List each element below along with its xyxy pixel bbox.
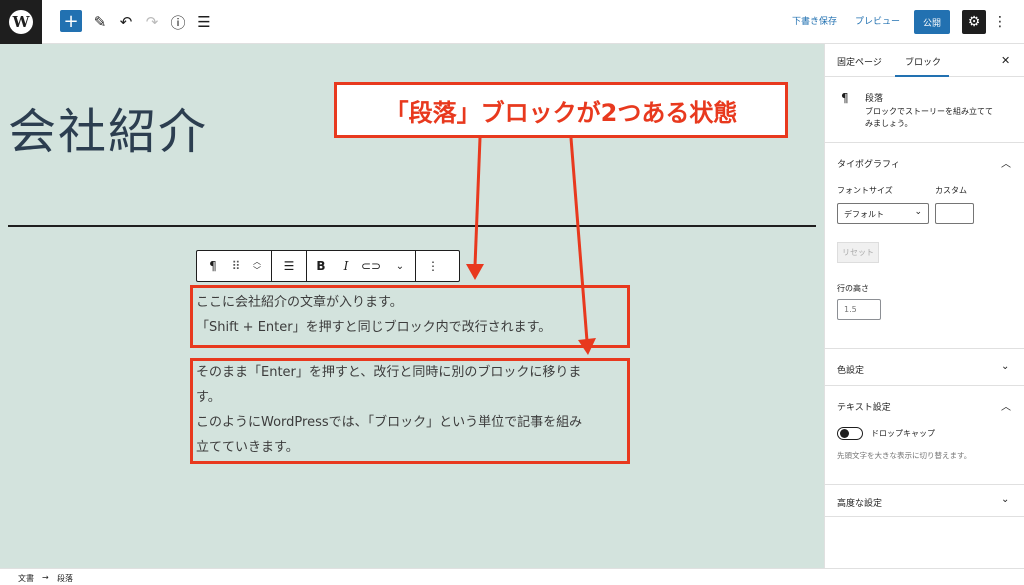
align-button[interactable]: ☰ bbox=[272, 251, 306, 281]
reset-button[interactable]: リセット bbox=[837, 242, 879, 263]
editor-app: W + ✎ ↶ ↷ ⓘ ☰ 下書き保存 プレビュー 公開 ⚙ ⋮ 会社紹介 ¶ … bbox=[0, 0, 1024, 585]
breadcrumb-arrow-icon: → bbox=[42, 573, 49, 582]
list-view-icon: ☰ bbox=[197, 13, 211, 31]
toggle-knob bbox=[840, 429, 849, 438]
bold-icon: B bbox=[316, 259, 326, 273]
settings-sidebar: 固定ページ ブロック ✕ ¶ 段落 ブロックでストーリーを組み立てて みましょう… bbox=[824, 44, 1024, 568]
font-size-select[interactable]: デフォルト ⌄ bbox=[837, 203, 929, 224]
chevron-down-icon: ⌄ bbox=[1001, 361, 1010, 372]
move-block-buttons[interactable]: ︿ ﹀ bbox=[243, 251, 271, 281]
block-description: みましょう。 bbox=[865, 119, 913, 128]
italic-button[interactable]: I bbox=[335, 251, 357, 281]
chevron-down-icon: ⌄ bbox=[1001, 494, 1010, 505]
more-options-button[interactable]: ⋮ bbox=[993, 10, 1007, 34]
link-icon: ⊂⊃ bbox=[360, 259, 382, 273]
arrowhead-icon bbox=[466, 264, 484, 280]
block-type-button[interactable]: ¶ bbox=[197, 251, 229, 281]
block-description: ブロックでストーリーを組み立てて bbox=[865, 107, 993, 116]
line-height-input[interactable]: 1.5 bbox=[837, 299, 881, 320]
chevron-up-icon[interactable]: ︿ bbox=[1001, 398, 1011, 413]
paragraph-icon: ¶ bbox=[841, 91, 849, 105]
wordpress-icon: W bbox=[9, 10, 33, 34]
breadcrumb-document[interactable]: 文書 bbox=[18, 573, 34, 584]
bold-button[interactable]: B bbox=[307, 251, 335, 281]
align-left-icon: ☰ bbox=[283, 259, 295, 273]
separator-block[interactable] bbox=[8, 225, 816, 227]
panel-title: 色設定 bbox=[837, 366, 865, 376]
details-button[interactable]: ⓘ bbox=[166, 10, 190, 34]
block-toolbar: ¶ ⠿ ︿ ﹀ ☰ B I ⊂⊃ ⌄ ⋮ bbox=[196, 250, 460, 282]
font-size-label: フォントサイズ bbox=[837, 186, 893, 195]
tools-button[interactable]: ✎ bbox=[88, 10, 112, 34]
chevron-down-icon: ⌄ bbox=[395, 260, 405, 272]
sidebar-tabs: 固定ページ ブロック ✕ bbox=[825, 44, 1024, 77]
breadcrumb: 文書 → 段落 bbox=[0, 568, 1024, 585]
redo-button[interactable]: ↷ bbox=[140, 10, 164, 34]
link-button[interactable]: ⊂⊃ bbox=[357, 251, 385, 281]
plus-icon: + bbox=[63, 10, 79, 32]
save-draft-button[interactable]: 下書き保存 bbox=[792, 14, 837, 27]
chevron-up-icon[interactable]: ︿ bbox=[1001, 155, 1011, 170]
panel-title[interactable]: タイポグラフィ bbox=[837, 157, 900, 170]
top-toolbar: W + ✎ ↶ ↷ ⓘ ☰ 下書き保存 プレビュー 公開 ⚙ ⋮ bbox=[0, 0, 1024, 44]
add-block-button[interactable]: + bbox=[60, 10, 82, 32]
info-icon: ⓘ bbox=[170, 13, 186, 32]
font-size-value: デフォルト bbox=[844, 210, 884, 219]
drop-cap-toggle[interactable] bbox=[837, 427, 863, 440]
tab-page[interactable]: 固定ページ bbox=[837, 55, 882, 68]
redo-icon: ↷ bbox=[145, 13, 159, 31]
breadcrumb-paragraph[interactable]: 段落 bbox=[57, 573, 73, 584]
undo-button[interactable]: ↶ bbox=[114, 10, 138, 34]
italic-icon: I bbox=[343, 259, 349, 273]
more-formatting-button[interactable]: ⌄ bbox=[385, 251, 415, 281]
annotation-highlight-box bbox=[190, 285, 630, 348]
advanced-panel[interactable]: 高度な設定 ⌄ bbox=[825, 485, 1024, 517]
block-title: 段落 bbox=[865, 94, 884, 104]
vertical-ellipsis-icon: ⋮ bbox=[427, 259, 439, 273]
gear-icon: ⚙ bbox=[967, 14, 981, 30]
custom-font-size-input[interactable] bbox=[935, 203, 974, 224]
drag-handle-icon: ⠿ bbox=[231, 259, 241, 273]
line-height-label: 行の高さ bbox=[837, 284, 869, 293]
paragraph-icon: ¶ bbox=[209, 259, 217, 273]
block-card: ¶ 段落 ブロックでストーリーを組み立てて みましょう。 bbox=[825, 77, 1024, 143]
block-options-button[interactable]: ⋮ bbox=[416, 251, 450, 281]
settings-button[interactable]: ⚙ bbox=[962, 10, 986, 34]
vertical-ellipsis-icon: ⋮ bbox=[993, 14, 1007, 30]
annotation-highlight-box bbox=[190, 358, 630, 464]
panel-title[interactable]: テキスト設定 bbox=[837, 400, 891, 413]
custom-size-label: カスタム bbox=[935, 186, 967, 195]
undo-icon: ↶ bbox=[119, 13, 133, 31]
chevron-down-icon[interactable]: ﹀ bbox=[253, 266, 261, 275]
drop-cap-label: ドロップキャップ bbox=[871, 429, 935, 438]
list-view-button[interactable]: ☰ bbox=[192, 10, 216, 34]
panel-title: 高度な設定 bbox=[837, 499, 883, 509]
drop-cap-help: 先頭文字を大きな表示に切り替えます。 bbox=[837, 451, 972, 460]
editor-canvas: 会社紹介 ¶ ⠿ ︿ ﹀ ☰ B I ⊂⊃ ⌄ ⋮ ここに会社紹介の文章が入ります… bbox=[0, 44, 824, 568]
annotation-arrow bbox=[473, 137, 482, 267]
preview-button[interactable]: プレビュー bbox=[855, 14, 900, 27]
color-panel[interactable]: 色設定 ⌄ bbox=[825, 349, 1024, 386]
annotation-callout: 「段落」ブロックが2つある状態 bbox=[334, 82, 788, 138]
chevron-down-icon: ⌄ bbox=[914, 207, 922, 217]
page-title[interactable]: 会社紹介 bbox=[8, 92, 208, 162]
wordpress-logo[interactable]: W bbox=[0, 0, 42, 44]
pencil-icon: ✎ bbox=[93, 13, 107, 31]
chevron-up-icon[interactable]: ︿ bbox=[253, 257, 261, 266]
tab-block[interactable]: ブロック bbox=[905, 55, 941, 68]
drag-handle[interactable]: ⠿ bbox=[229, 251, 243, 281]
close-icon[interactable]: ✕ bbox=[1001, 54, 1010, 67]
publish-button[interactable]: 公開 bbox=[914, 10, 950, 34]
